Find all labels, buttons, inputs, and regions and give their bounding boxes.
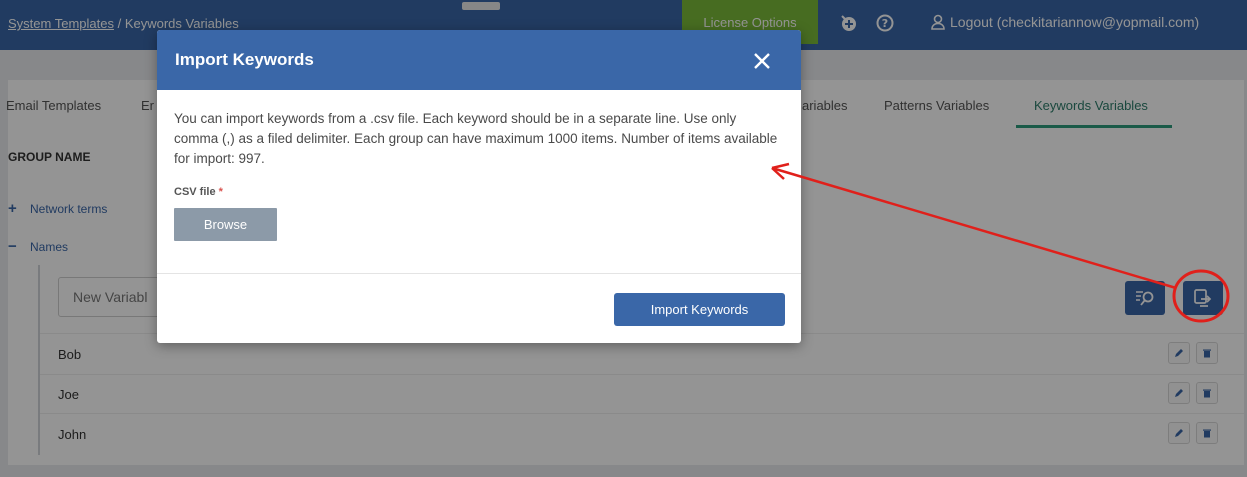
csv-label-text: CSV file <box>174 186 216 198</box>
import-keywords-dialog: Import Keywords You can import keywords … <box>157 30 801 343</box>
dialog-divider <box>157 273 801 274</box>
csv-file-label: CSV file * <box>174 186 223 198</box>
dialog-header: Import Keywords <box>157 30 801 90</box>
close-icon[interactable] <box>749 48 775 74</box>
dialog-description: You can import keywords from a .csv file… <box>174 111 778 166</box>
import-keywords-submit-button[interactable]: Import Keywords <box>614 293 785 326</box>
required-mark: * <box>215 186 223 198</box>
dialog-title: Import Keywords <box>175 50 314 69</box>
browse-button[interactable]: Browse <box>174 208 277 241</box>
